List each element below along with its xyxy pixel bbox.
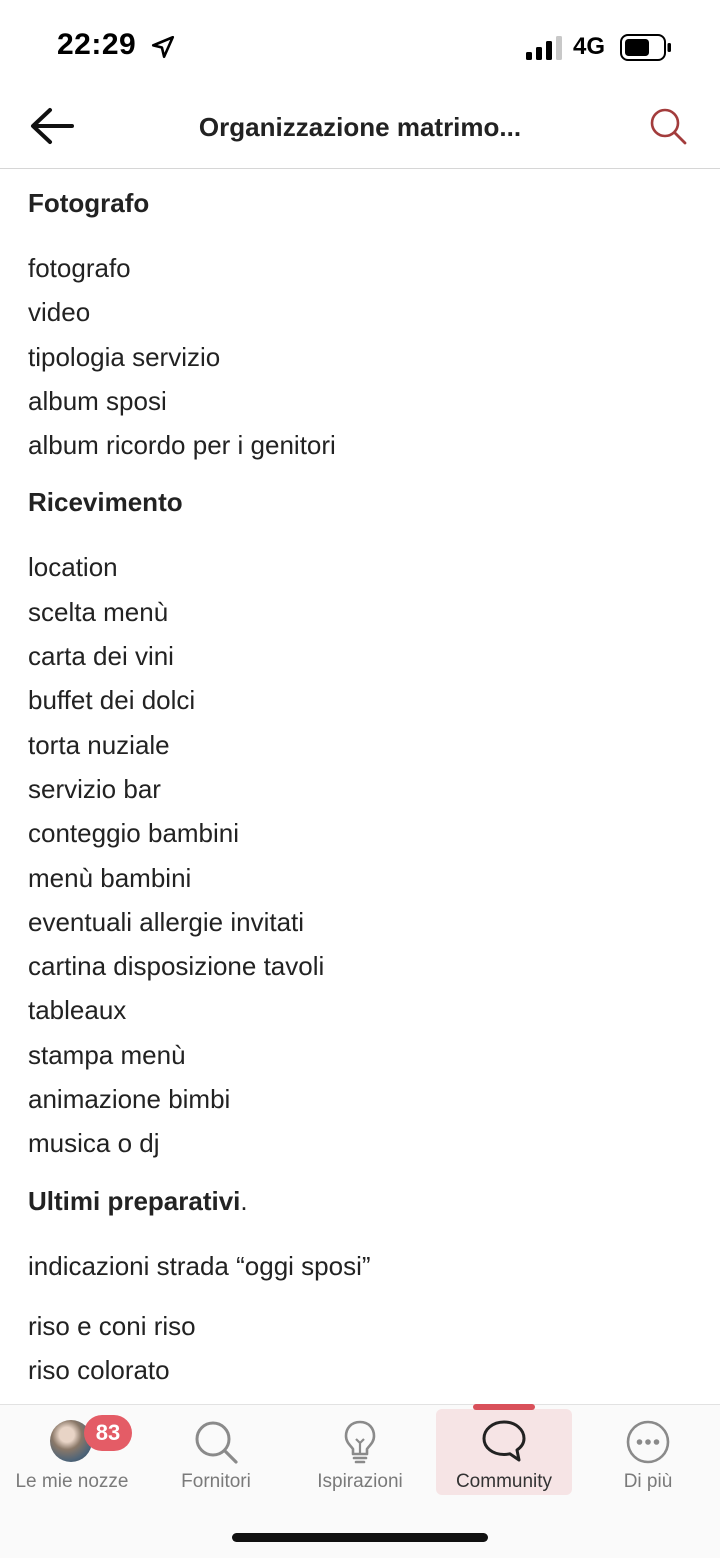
tab-le-mie-nozze[interactable]: 83 Le mie nozze — [0, 1405, 144, 1505]
home-indicator[interactable] — [232, 1533, 488, 1542]
list-item: tipologia servizio — [28, 341, 221, 372]
list-item: animazione bimbi — [28, 1084, 231, 1115]
list-item: album ricordo per i genitori — [28, 430, 336, 461]
list-item: fotografo — [28, 253, 131, 283]
section-title-fotografo: Fotografo — [28, 188, 150, 218]
section-title-text: Ultimi preparativi — [28, 1185, 241, 1216]
navigation-header: Organizzazione matrimo... — [0, 96, 720, 169]
section-title-ultimi-preparativi: Ultimi preparativi. — [28, 1184, 698, 1218]
list-item: torta nuziale — [28, 729, 170, 760]
list-item: cartina disposizione tavoli — [28, 951, 325, 982]
section-title-ricevimento: Ricevimento — [28, 487, 183, 518]
search-icon[interactable] — [648, 106, 688, 146]
page-title: Organizzazione matrimo... — [198, 112, 522, 142]
list-item: eventuali allergie invitati — [28, 906, 305, 937]
list-item: location — [28, 552, 118, 583]
list-item: conteggio bambini — [28, 818, 240, 849]
list-ricevimento: location scelta menù carta dei vini buff… — [28, 545, 698, 1165]
tab-ispirazioni[interactable]: Ispirazioni — [288, 1405, 432, 1505]
list-item: servizio bar — [28, 773, 161, 804]
tab-label: Le mie nozze — [15, 1471, 129, 1492]
chat-bubble-icon — [482, 1420, 526, 1462]
list-item: tableaux — [28, 995, 127, 1026]
list-item: musica o dj — [28, 1128, 160, 1159]
list-ultimi-preparativi: riso e coni riso riso colorato — [28, 1304, 698, 1393]
location-arrow-icon — [151, 35, 175, 59]
active-tab-indicator — [473, 1404, 535, 1410]
list-item: scelta menù — [28, 596, 169, 627]
more-icon — [626, 1420, 670, 1464]
search-icon — [195, 1421, 238, 1464]
tab-label: Di più — [623, 1471, 673, 1492]
list-item: riso colorato — [28, 1355, 170, 1386]
list-item: carta dei vini — [28, 641, 174, 672]
notification-badge: 83 — [84, 1415, 132, 1451]
list-item: indicazioni strada “oggi sposi” — [28, 1250, 371, 1281]
tab-fornitori[interactable]: Fornitori — [144, 1405, 288, 1505]
network-type: 4G — [573, 33, 606, 60]
status-bar: 22:29 4G — [0, 0, 720, 96]
post-content: Fotografo fotografo video tipologia serv… — [28, 170, 698, 1402]
list-item: menù bambini — [28, 862, 192, 893]
lightbulb-icon — [344, 1420, 376, 1464]
back-arrow-icon[interactable] — [28, 106, 76, 146]
tab-label: Ispirazioni — [317, 1471, 403, 1492]
list-item: buffet dei dolci — [28, 685, 196, 716]
list-item: video — [28, 297, 91, 328]
list-fotografo: fotografo video tipologia servizio album… — [28, 246, 698, 467]
list-item: stampa menù — [28, 1039, 186, 1070]
signal-bars-icon — [526, 36, 562, 60]
battery-icon — [620, 34, 671, 61]
list-item: riso e coni riso — [28, 1310, 196, 1341]
tab-label: Fornitori — [181, 1471, 251, 1492]
section-title-suffix: . — [240, 1185, 248, 1216]
tab-label: Community — [455, 1471, 553, 1492]
tab-di-piu[interactable]: Di più — [576, 1405, 720, 1505]
list-ultimi-preparativi-intro: indicazioni strada “oggi sposi” — [28, 1244, 698, 1288]
list-item: album sposi — [28, 385, 167, 416]
status-time: 22:29 — [57, 28, 137, 61]
tab-community[interactable]: Community — [436, 1409, 572, 1495]
